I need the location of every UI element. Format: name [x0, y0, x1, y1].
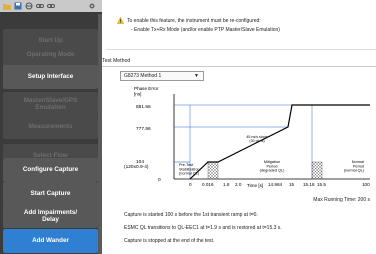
network-icon[interactable]	[25, 2, 33, 10]
note-capture-stop: Capture is stopped at the end of the tes…	[124, 238, 215, 244]
nav-label: Master/Slave/GPS Emulation	[23, 96, 78, 111]
y-tick-label: 881.56	[136, 104, 151, 110]
x-tick-label: 15.5	[317, 182, 326, 187]
chevron-down-icon: ▼	[194, 73, 199, 79]
nav-setup-interface[interactable]: Setup Interface	[3, 65, 98, 89]
nav-label: Add Impairments/ Delay	[23, 208, 78, 223]
nav-operating-mode[interactable]: Operating Mode	[3, 43, 98, 67]
warning-box: To enable this feature, the instrument m…	[106, 10, 376, 50]
nav-label: Start Capture	[30, 190, 71, 198]
nav-add-impairments-delay[interactable]: Add Impairments/ Delay	[3, 204, 98, 228]
max-running-time: Max Running Time: 200 s	[313, 197, 370, 203]
annotation-pre-test: Pre-Test Stabilization (normal QL)	[179, 163, 200, 176]
test-method-label: Test Method	[102, 58, 131, 64]
warning-icon	[117, 17, 124, 24]
link-icon[interactable]	[47, 2, 55, 10]
y-axis-label-group: Phase Error [ns]	[134, 86, 159, 96]
sidebar: Start Up Operating Mode Setup Interface …	[0, 0, 102, 254]
main-panel: To enable this feature, the instrument m…	[102, 0, 376, 254]
note-capture-start: Capture is started 100 s before the 1st …	[124, 212, 258, 218]
x-axis-label: Time [s]	[247, 183, 263, 188]
settings-icon[interactable]	[88, 2, 96, 10]
nav-label: Add Wander	[32, 237, 69, 245]
test-method-value: G8273 Method 1	[124, 73, 162, 79]
nav-master-slave-gps-emulation[interactable]: Master/Slave/GPS Emulation	[3, 92, 98, 116]
open-icon[interactable]	[3, 2, 11, 10]
nav-label: Setup Interface	[27, 73, 74, 81]
y-tick-label: 104 (120x0.9-4)	[124, 159, 149, 170]
wander-chart: Phase Error [ns] 881.56 777.56 104 (120x0…	[124, 86, 370, 188]
chart-annotations: 45 ns/s slope (30 pk-fs) Pre-Test Stabiliza…	[179, 135, 365, 176]
y-tick-label-104-line2: (120x0.9-4)	[124, 164, 149, 170]
x-tick-label: 2.0	[235, 182, 242, 187]
hatch-region-1	[207, 161, 219, 180]
warning-message: To enable this feature, the instrument m…	[127, 18, 261, 24]
x-tick-label: 100	[362, 182, 370, 187]
x-tick-label: 15.18	[303, 182, 315, 187]
divider	[102, 66, 376, 67]
save-icon[interactable]	[14, 2, 22, 10]
y-axis-label-text: Phase Error [ns]	[134, 86, 159, 96]
annotation-normal: Normal Period (normal QL)	[344, 160, 365, 173]
test-method-select[interactable]: G8273 Method 1 ▼	[120, 71, 204, 81]
nav-label: Measurements	[28, 123, 73, 131]
y-tick-label: 777.56	[136, 126, 151, 132]
x-tick-label: 14.984	[268, 182, 282, 187]
nav-measurements[interactable]: Measurements	[3, 115, 98, 139]
link-icon[interactable]	[36, 2, 44, 10]
nav-add-wander[interactable]: Add Wander	[3, 229, 98, 253]
toolbar	[0, 0, 102, 12]
x-tick-label: 15	[289, 182, 295, 187]
nav-configure-capture[interactable]: Configure Capture	[3, 158, 98, 182]
warning-instruction: - Enable Tx+Rx Mode (and/or enable PTP M…	[131, 27, 280, 33]
nav-label: Configure Capture	[22, 166, 79, 174]
x-tick-label: 1.8	[223, 182, 230, 187]
annotation-mitigation: Mitigation Period (degraded QL)	[260, 160, 285, 173]
nav-label: Operating Mode	[26, 51, 75, 59]
annotation-slope: 45 ns/s slope (30 pk-fs)	[246, 135, 267, 143]
x-tick-label: 0	[189, 182, 192, 187]
note-ql-transition: ESMC QL transitions to QL-EEC1 at t=1.9 …	[124, 225, 282, 231]
nav-start-capture[interactable]: Start Capture	[3, 182, 98, 206]
x-tick-label: 0.016	[202, 182, 214, 187]
y-tick-label: 0	[158, 177, 161, 183]
hatch-region-2	[311, 161, 323, 180]
